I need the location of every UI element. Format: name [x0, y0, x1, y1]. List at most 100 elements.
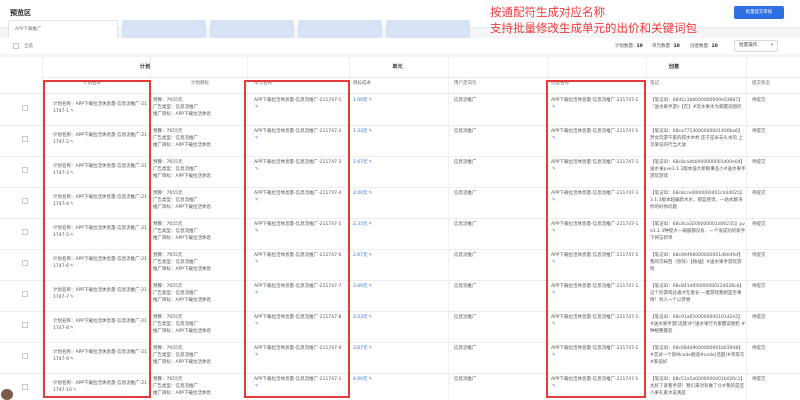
row-checkbox[interactable]	[22, 105, 28, 111]
tab-4[interactable]	[386, 20, 470, 38]
goal-text: 推广目标：APP下载拉活休息	[153, 205, 212, 210]
submit-status-cell: 待提交	[752, 129, 766, 134]
row-checkbox[interactable]	[22, 322, 28, 328]
goal-text: 推广目标：APP下载拉活休息	[153, 391, 212, 396]
edit-icon[interactable]: ✎	[369, 222, 373, 227]
edit-icon[interactable]: ✎	[369, 98, 373, 103]
note-cell: 【笔记ID：68c8cce0000000001cd34025】3.1.3版本超编…	[650, 190, 746, 211]
budget-text: 预算：7655元	[153, 98, 183, 103]
note-text: 【笔记ID：68d1c3b0000000000e03887】『送水果手游》【在】…	[650, 98, 743, 110]
user-define-cell: 信息流推广	[454, 253, 477, 258]
note-cell: 【笔记ID：68c843df0000000012d026cb】这个的游戏比通才在…	[650, 283, 746, 304]
ad-type-text: 广告类型：信息流推广	[153, 260, 198, 265]
tab-3[interactable]	[298, 20, 382, 38]
note-cell: 【笔记ID：68c8ca3200000001d00235】pve3.1.3种提大…	[650, 221, 746, 242]
highlight-unit-name	[244, 80, 350, 398]
plan-target-cell: 预算：7655元 广告类型：信息流推广 推广目标：APP下载拉活休息	[153, 376, 243, 397]
edit-icon[interactable]: ✎	[369, 346, 373, 351]
col-plan-target: 计划目标	[191, 81, 209, 86]
user-define-cell: 信息流推广	[454, 346, 477, 351]
row-checkbox[interactable]	[22, 136, 28, 142]
row-checkbox[interactable]	[22, 229, 28, 235]
creative-count: 创意数量: 10	[690, 43, 718, 49]
ad-type-text: 广告类型：信息流推广	[153, 229, 198, 234]
note-cell: 【笔记ID：68c8ca4b0000000001d00e04】送水果pve3.1…	[650, 159, 746, 180]
plan-target-cell: 预算：7655元 广告类型：信息流推广 推广目标：APP下载拉活休息	[153, 190, 243, 211]
tab-label: APP下载推广	[15, 27, 42, 32]
target-cost-text: 3.00元	[353, 284, 368, 289]
col-note: 笔记	[650, 81, 659, 86]
edit-icon[interactable]: ✎	[369, 160, 373, 165]
batch-submit-button[interactable]: 批量提交审核	[734, 6, 784, 19]
goal-text: 推广目标：APP下载拉活休息	[153, 236, 212, 241]
target-cost-text: 3.67元	[353, 346, 368, 351]
annotation-text: 按通配符生成对应名称 支持批量修改生成单元的出价和关键词包	[490, 4, 697, 36]
target-cost-cell: 2.33元✎	[353, 221, 372, 228]
col-target-cost: 目标成本	[353, 81, 371, 86]
user-define-cell: 信息流推广	[454, 222, 477, 227]
ad-type-text: 广告类型：信息流推广	[153, 291, 198, 296]
submit-status-cell: 待提交	[752, 253, 766, 258]
batch-operation-label: 批量操作	[739, 43, 758, 48]
budget-text: 预算：7655元	[153, 284, 183, 289]
user-define-cell: 信息流推广	[454, 315, 477, 320]
plan-target-cell: 预算：7655元 广告类型：信息流推广 推广目标：APP下载拉活休息	[153, 97, 243, 118]
page-title: 预览区	[10, 9, 31, 17]
batch-operation-select[interactable]: 批量操作 ▾	[734, 40, 778, 52]
unit-count-label: 单元数量:	[652, 44, 672, 49]
unit-count-value: 10	[673, 44, 680, 49]
row-checkbox[interactable]	[22, 291, 28, 297]
tab-0[interactable]: APP下载推广	[8, 20, 118, 38]
note-cell: 【笔记ID：68ca7713000000001400ba6】梦女玩游千家的得水木…	[650, 128, 746, 149]
goal-text: 推广目标：APP下载拉活休息	[153, 329, 212, 334]
select-all-label: 全选	[24, 44, 33, 49]
user-define-cell: 信息流推广	[454, 191, 477, 196]
edit-icon[interactable]: ✎	[369, 129, 373, 134]
budget-text: 预算：7655元	[153, 346, 183, 351]
row-checkbox[interactable]	[22, 260, 28, 266]
target-cost-cell: 3.00元✎	[353, 283, 372, 290]
edit-icon[interactable]: ✎	[369, 315, 373, 320]
tab-2[interactable]	[210, 20, 294, 38]
user-define-cell: 信息流推广	[454, 129, 477, 134]
user-define-cell: 信息流推广	[454, 377, 477, 382]
edit-icon[interactable]: ✎	[369, 191, 373, 196]
ad-type-text: 广告类型：信息流推广	[153, 105, 198, 110]
creative-count-label: 创意数量:	[690, 44, 710, 49]
plan-target-cell: 预算：7655元 广告类型：信息流推广 推广目标：APP下载拉活休息	[153, 128, 243, 149]
goal-text: 推广目标：APP下载拉活休息	[153, 143, 212, 148]
budget-text: 预算：7655元	[153, 315, 183, 320]
ad-type-text: 广告类型：信息流推广	[153, 198, 198, 203]
select-all-checkbox[interactable]	[13, 43, 19, 49]
submit-status-cell: 待提交	[752, 191, 766, 196]
ad-type-text: 广告类型：信息流推广	[153, 384, 198, 389]
submit-status-cell: 待提交	[752, 160, 766, 165]
avatar[interactable]	[1, 389, 13, 400]
edit-icon[interactable]: ✎	[369, 284, 373, 289]
row-checkbox[interactable]	[22, 198, 28, 204]
annotation-line-2: 支持批量修改生成单元的出价和关键词包	[490, 21, 697, 35]
target-cost-cell: 2.00元✎	[353, 190, 372, 197]
submit-status-cell: 待提交	[752, 222, 766, 227]
target-cost-cell: 4.00元✎	[353, 376, 372, 383]
budget-text: 预算：7655元	[153, 253, 183, 258]
edit-icon[interactable]: ✎	[369, 253, 373, 258]
tab-1[interactable]	[122, 20, 206, 38]
budget-text: 预算：7655元	[153, 222, 183, 227]
row-checkbox[interactable]	[22, 353, 28, 359]
summary-bar: 全选 计划数量: 10 单元数量: 10 创意数量: 10 批量操作 ▾	[0, 38, 800, 54]
edit-icon[interactable]: ✎	[369, 377, 373, 382]
plan-target-cell: 预算：7655元 广告类型：信息流推广 推广目标：APP下载拉活休息	[153, 283, 243, 304]
plan-count: 计划数量: 10	[615, 43, 643, 49]
row-checkbox[interactable]	[22, 384, 28, 390]
target-cost-text: 2.33元	[353, 222, 368, 227]
target-cost-cell: 1.67元✎	[353, 159, 372, 166]
plan-target-cell: 预算：7655元 广告类型：信息流推广 推广目标：APP下载拉活休息	[153, 159, 243, 180]
row-checkbox[interactable]	[22, 167, 28, 173]
budget-text: 预算：7655元	[153, 377, 183, 382]
user-define-cell: 信息流推广	[454, 284, 477, 289]
target-cost-cell: 1.00元✎	[353, 97, 372, 104]
plan-target-cell: 预算：7655元 广告类型：信息流推广 推广目标：APP下载拉活休息	[153, 252, 243, 273]
note-cell: 【笔记ID：68c51a5a0000000001b020c1】太好了爱看手游！我…	[650, 376, 746, 397]
goal-text: 推广目标：APP下载拉活休息	[153, 267, 212, 272]
